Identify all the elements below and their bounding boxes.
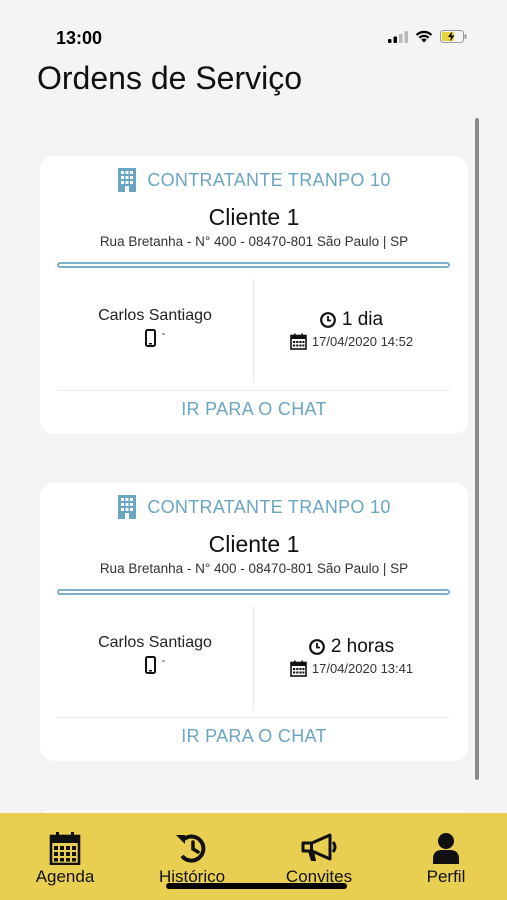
phone-row: - (57, 328, 253, 347)
elapsed-row: 2 horas (253, 636, 450, 658)
progress-divider (57, 262, 450, 268)
client-name: Cliente 1 (208, 204, 300, 230)
progress-divider (57, 589, 450, 595)
order-datetime: 17/04/2020 13:41 (311, 661, 414, 676)
horizontal-divider (57, 717, 450, 718)
date-row: 17/04/2020 14:52 (253, 333, 450, 350)
mobile-phone-icon (144, 656, 156, 674)
phone-value: - (161, 655, 166, 667)
provider-block: Carlos Santiago - (57, 634, 253, 674)
contractor-name: CONTRATANTE TRANPO 10 (147, 169, 391, 190)
tab-convites[interactable]: Convites (269, 831, 369, 887)
tab-perfil[interactable]: Perfil (396, 831, 496, 887)
timing-block: 1 dia 17/04/2020 14:52 (253, 309, 450, 350)
wifi-icon (415, 30, 433, 43)
client-address: Rua Bretanha - N° 400 - 08470-801 São Pa… (99, 234, 409, 249)
go-to-chat-button[interactable]: IR PARA O CHAT (40, 399, 468, 420)
status-bar: 13:00 (0, 0, 507, 60)
elapsed-time: 1 dia (341, 309, 384, 330)
provider-block: Carlos Santiago - (57, 307, 253, 347)
phone-value: - (161, 328, 166, 340)
order-card[interactable]: CONTRATANTE TRANPO 10 Cliente 1 Rua Bret… (40, 156, 468, 434)
user-icon (433, 833, 459, 864)
status-icons (388, 30, 467, 43)
order-card[interactable]: CONTRATANTE TRANPO 10 Cliente 1 Rua Bret… (40, 483, 468, 761)
card-body: Carlos Santiago - 1 dia 17/04/2020 14:52 (57, 279, 450, 382)
go-to-chat-button[interactable]: IR PARA O CHAT (40, 726, 468, 747)
tab-agenda[interactable]: Agenda (15, 831, 115, 887)
horizontal-divider (57, 390, 450, 391)
card-body: Carlos Santiago - 2 horas 17/04/2020 13:… (57, 606, 450, 709)
phone-row: - (57, 655, 253, 674)
date-row: 17/04/2020 13:41 (253, 660, 450, 677)
scrollbar[interactable] (475, 118, 479, 780)
building-icon (118, 495, 137, 519)
elapsed-row: 1 dia (253, 309, 450, 331)
client-name: Cliente 1 (208, 531, 300, 557)
elapsed-time: 2 horas (330, 636, 395, 657)
battery-charging-icon (440, 30, 467, 43)
provider-name: Carlos Santiago (98, 634, 212, 651)
timing-block: 2 horas 17/04/2020 13:41 (253, 636, 450, 677)
client-address: Rua Bretanha - N° 400 - 08470-801 São Pa… (99, 561, 409, 576)
tab-label: Perfil (426, 867, 466, 886)
building-icon (118, 168, 137, 192)
contractor-name: CONTRATANTE TRANPO 10 (147, 496, 391, 517)
signal-icon (388, 30, 408, 43)
clock-icon (308, 639, 325, 655)
calendar-icon (290, 333, 307, 350)
page-title: Ordens de Serviço (37, 60, 303, 96)
megaphone-icon (301, 833, 337, 861)
calendar-icon (49, 832, 81, 865)
contractor-row: CONTRATANTE TRANPO 10 (40, 168, 468, 192)
provider-name: Carlos Santiago (98, 307, 212, 324)
tab-historico[interactable]: Histórico (142, 831, 242, 887)
order-datetime: 17/04/2020 14:52 (311, 334, 414, 349)
contractor-row: CONTRATANTE TRANPO 10 (40, 495, 468, 519)
clock-icon (319, 312, 336, 328)
tab-label: Agenda (35, 867, 95, 886)
home-indicator[interactable] (166, 883, 347, 889)
calendar-icon (290, 660, 307, 677)
history-icon (176, 834, 206, 863)
mobile-phone-icon (144, 329, 156, 347)
status-time: 13:00 (56, 28, 103, 48)
